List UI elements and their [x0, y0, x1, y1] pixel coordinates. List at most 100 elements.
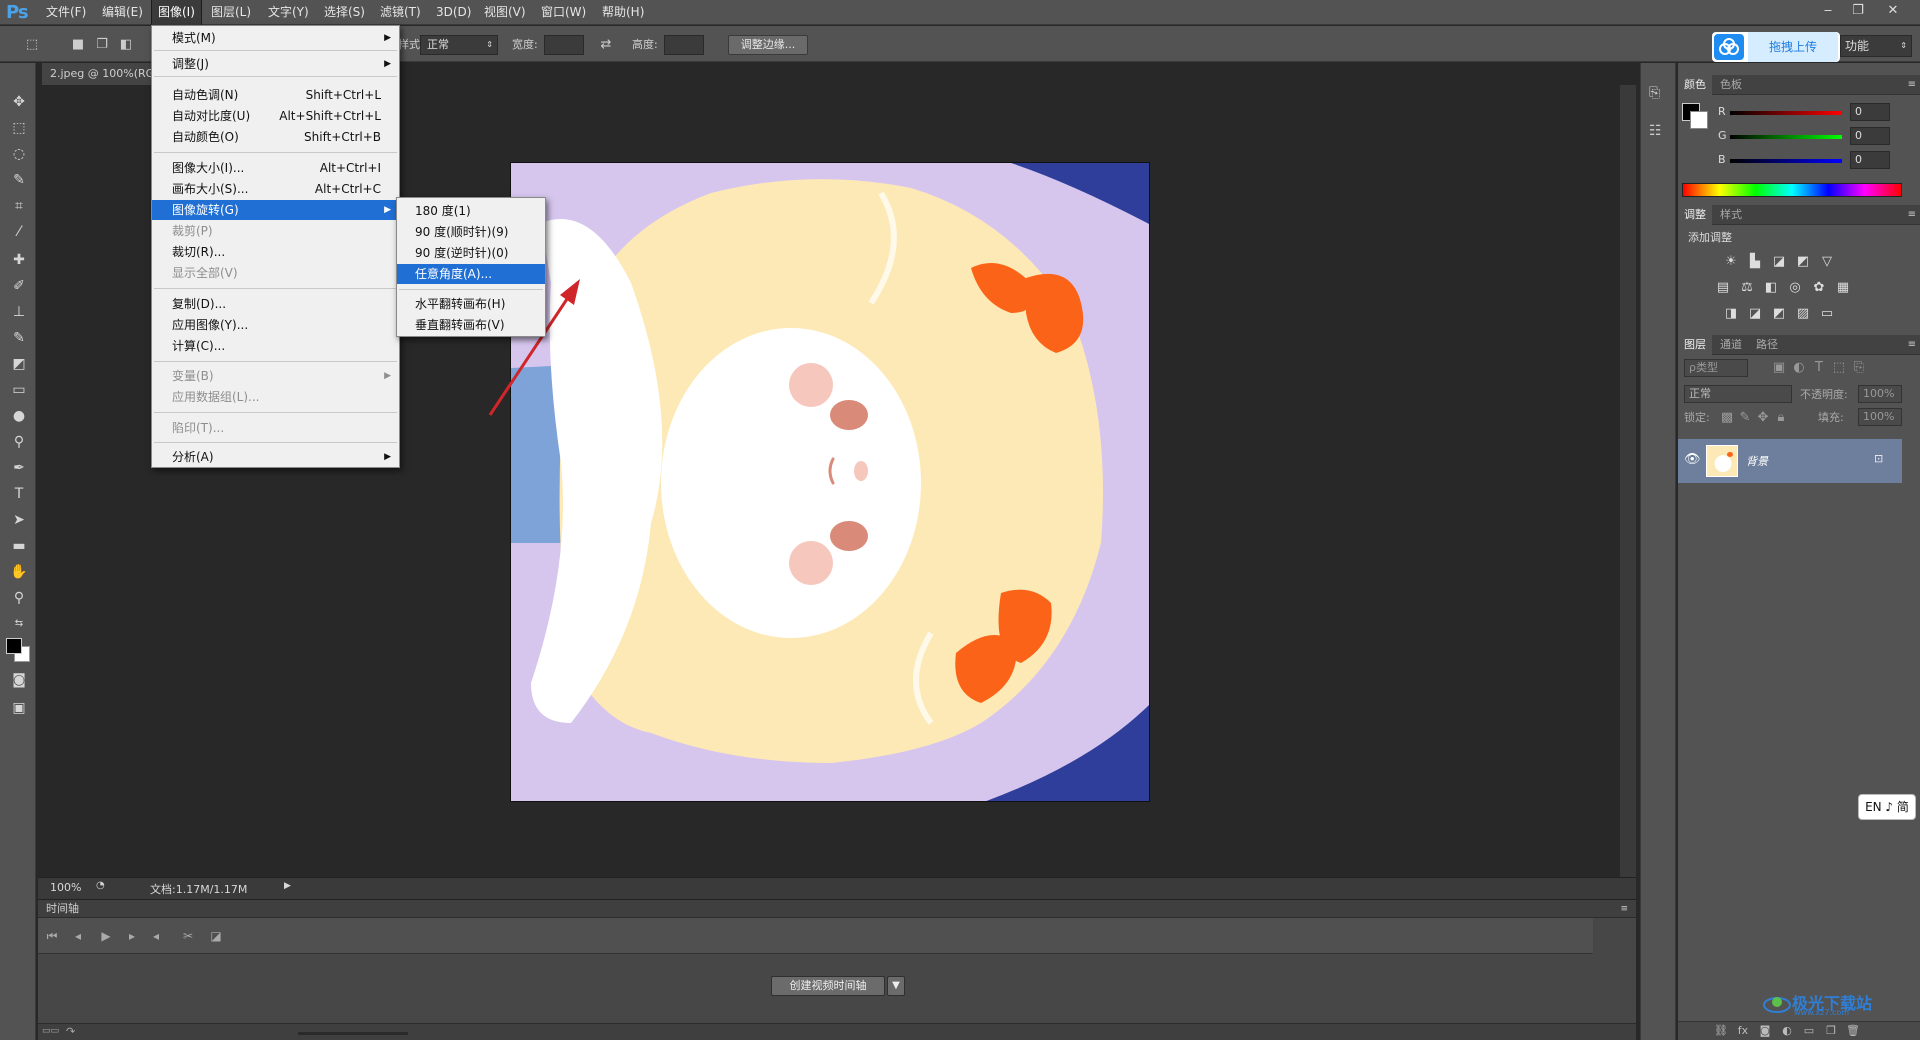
- quick-mask-icon[interactable]: ◙: [8, 669, 30, 691]
- timeline-zoom-slider[interactable]: [298, 1032, 408, 1035]
- lasso-tool-icon[interactable]: ◌: [8, 143, 30, 165]
- panel-menu-icon[interactable]: ≡: [1620, 900, 1628, 918]
- new-selection-icon[interactable]: ■: [68, 35, 88, 55]
- chevron-down-icon[interactable]: ▼: [887, 976, 905, 996]
- healing-brush-tool-icon[interactable]: ✚: [8, 249, 30, 271]
- menu-image[interactable]: 图像(I): [151, 0, 202, 26]
- document-tab[interactable]: 2.jpeg @ 100%(RGB/8): [42, 63, 160, 85]
- tab-styles[interactable]: 样式: [1714, 205, 1748, 225]
- menu-select[interactable]: 选择(S): [318, 0, 371, 25]
- dodge-tool-icon[interactable]: ⚲: [8, 431, 30, 453]
- lock-all-icon[interactable]: 🔒︎: [1772, 409, 1790, 427]
- quick-select-tool-icon[interactable]: ✎: [8, 169, 30, 191]
- pen-tool-icon[interactable]: ✒: [8, 457, 30, 479]
- trash-icon[interactable]: 🗑︎: [1844, 1022, 1862, 1040]
- lock-transparent-icon[interactable]: ▩: [1718, 409, 1736, 427]
- menu-item-mode[interactable]: 模式(M) ▶: [152, 28, 399, 48]
- restore-button[interactable]: ❐: [1845, 2, 1871, 20]
- menu-item-flip-vertical[interactable]: 垂直翻转画布(V): [397, 315, 545, 335]
- menu-item-duplicate[interactable]: 复制(D)...: [152, 294, 399, 314]
- green-slider[interactable]: G 0: [1718, 127, 1918, 147]
- menu-item-auto-color[interactable]: 自动颜色(O) Shift+Ctrl+B: [152, 127, 399, 147]
- properties-panel-icon[interactable]: ☷: [1649, 123, 1662, 139]
- hand-tool-icon[interactable]: ✋: [8, 561, 30, 583]
- style-select[interactable]: 正常 ⇕: [420, 35, 498, 55]
- menu-item-rotate-180[interactable]: 180 度(1): [397, 201, 545, 221]
- crop-tool-icon[interactable]: ⌗: [8, 195, 30, 217]
- rectangle-tool-icon[interactable]: ▬: [8, 535, 30, 557]
- color-bg-swatch[interactable]: [1690, 111, 1708, 129]
- add-mask-icon[interactable]: ◙: [1756, 1022, 1774, 1040]
- create-video-timeline-button[interactable]: 创建视频时间轴: [771, 976, 885, 996]
- new-adjustment-icon[interactable]: ◐: [1778, 1022, 1796, 1040]
- menu-item-auto-tone[interactable]: 自动色调(N) Shift+Ctrl+L: [152, 85, 399, 105]
- red-value[interactable]: 0: [1850, 103, 1890, 121]
- menu-layer[interactable]: 图层(L): [205, 0, 257, 25]
- filter-adjust-icon[interactable]: ◐: [1790, 359, 1808, 377]
- swap-icon[interactable]: ⇄: [596, 35, 616, 55]
- filter-shape-icon[interactable]: ⬚: [1830, 359, 1848, 377]
- menu-3d[interactable]: 3D(D): [430, 0, 477, 25]
- panel-menu-icon[interactable]: ≡: [1908, 205, 1916, 225]
- blend-mode-select[interactable]: 正常: [1684, 385, 1792, 403]
- curves-icon[interactable]: ◪: [1770, 253, 1788, 271]
- prev-frame-icon[interactable]: ◂: [68, 926, 88, 946]
- layer-row-background[interactable]: 👁︎ 背景 ⊡: [1678, 439, 1902, 483]
- lock-pixels-icon[interactable]: ✎: [1736, 409, 1754, 427]
- menu-file[interactable]: 文件(F): [40, 0, 92, 25]
- refine-edge-button[interactable]: 调整边缘...: [728, 35, 808, 55]
- filter-pixel-icon[interactable]: ▣: [1770, 359, 1788, 377]
- play-icon[interactable]: ▶: [96, 926, 116, 946]
- add-selection-icon[interactable]: ❐: [92, 35, 112, 55]
- screen-mode-icon[interactable]: ▣: [8, 697, 30, 719]
- first-frame-icon[interactable]: ⏮: [42, 926, 62, 946]
- opacity-input[interactable]: 100%: [1858, 385, 1902, 403]
- move-tool-icon[interactable]: ✥: [8, 91, 30, 113]
- close-button[interactable]: ✕: [1880, 2, 1906, 20]
- frame-grid-icon[interactable]: ▭▭: [42, 1026, 59, 1036]
- eyedropper-tool-icon[interactable]: ⁄: [8, 221, 30, 243]
- height-input[interactable]: [664, 35, 704, 55]
- green-value[interactable]: 0: [1850, 127, 1890, 145]
- levels-icon[interactable]: ▙: [1746, 253, 1764, 271]
- menu-filter[interactable]: 滤镜(T): [374, 0, 427, 25]
- menu-window[interactable]: 窗口(W): [535, 0, 592, 25]
- posterize-icon[interactable]: ◪: [1746, 305, 1764, 323]
- menu-item-canvas-size[interactable]: 画布大小(S)... Alt+Ctrl+C: [152, 179, 399, 199]
- history-panel-icon[interactable]: ⎘: [1649, 85, 1660, 101]
- blur-tool-icon[interactable]: ●: [8, 405, 30, 427]
- marquee-tool-icon[interactable]: ⬚: [8, 117, 30, 139]
- channel-mixer-icon[interactable]: ✿: [1810, 279, 1828, 297]
- scissors-icon[interactable]: ✂: [178, 926, 198, 946]
- zoom-level[interactable]: 100%: [50, 881, 81, 894]
- menu-view[interactable]: 视图(V): [478, 0, 532, 25]
- ime-language-badge[interactable]: EN ♪ 简: [1858, 794, 1916, 820]
- next-frame-icon[interactable]: ▸: [122, 926, 142, 946]
- menu-item-rotate-90-cw[interactable]: 90 度(顺时针)(9): [397, 222, 545, 242]
- menu-item-trap[interactable]: 陷印(T)...: [152, 418, 399, 438]
- layer-filter-select[interactable]: ρ类型: [1684, 359, 1748, 377]
- workspace-select[interactable]: 功能 ⇕: [1840, 35, 1912, 57]
- blue-slider[interactable]: B 0: [1718, 151, 1918, 171]
- layer-name[interactable]: 背景: [1746, 453, 1768, 469]
- eye-icon[interactable]: 👁︎: [1684, 452, 1701, 467]
- color-lookup-icon[interactable]: ▦: [1834, 279, 1852, 297]
- new-layer-icon[interactable]: ❐: [1822, 1022, 1840, 1040]
- black-white-icon[interactable]: ◧: [1762, 279, 1780, 297]
- menu-item-apply-image[interactable]: 应用图像(Y)...: [152, 315, 399, 335]
- panel-menu-icon[interactable]: ≡: [1908, 335, 1916, 355]
- menu-item-calculations[interactable]: 计算(C)...: [152, 336, 399, 356]
- clone-stamp-tool-icon[interactable]: ⊥: [8, 301, 30, 323]
- convert-icon[interactable]: ↷: [66, 1025, 75, 1038]
- tab-paths[interactable]: 路径: [1750, 335, 1784, 355]
- lock-position-icon[interactable]: ✥: [1754, 409, 1772, 427]
- red-track[interactable]: [1730, 111, 1842, 115]
- exposure-icon[interactable]: ◩: [1794, 253, 1812, 271]
- menu-item-adjustments[interactable]: 调整(J) ▶: [152, 54, 399, 74]
- vertical-scrollbar[interactable]: [1620, 85, 1636, 877]
- color-spectrum[interactable]: [1682, 183, 1902, 197]
- menu-item-analysis[interactable]: 分析(A) ▶: [152, 447, 399, 467]
- menu-item-auto-contrast[interactable]: 自动对比度(U) Alt+Shift+Ctrl+L: [152, 106, 399, 126]
- fx-icon[interactable]: fx: [1734, 1022, 1752, 1040]
- menu-item-image-size[interactable]: 图像大小(I)... Alt+Ctrl+I: [152, 158, 399, 178]
